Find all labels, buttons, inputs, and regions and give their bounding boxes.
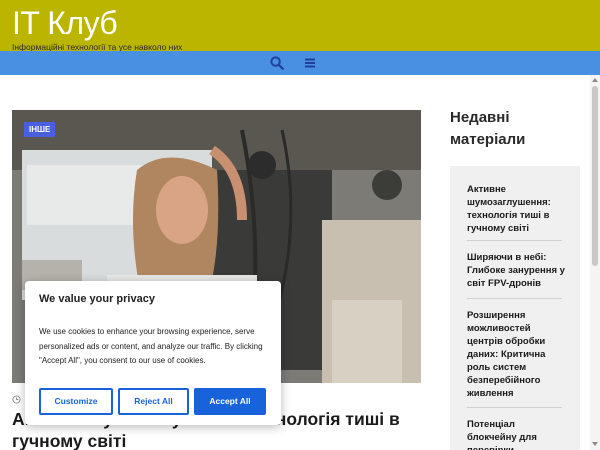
- reject-all-button[interactable]: Reject All: [118, 388, 189, 415]
- site-header: IT Клуб Інформаційні технології та усе н…: [0, 0, 600, 52]
- scrollbar-thumb[interactable]: [592, 86, 598, 266]
- recent-post-divider: [467, 240, 562, 241]
- recent-post-divider: [467, 298, 562, 299]
- category-badge[interactable]: ІНШЕ: [24, 122, 56, 137]
- recent-post-link[interactable]: Потенціал блокчейну для перевірки: [467, 418, 567, 450]
- recent-post-link[interactable]: Розширення можливостей центрів обробки д…: [467, 309, 567, 400]
- clock-icon: [12, 395, 21, 404]
- scroll-up-arrow-icon[interactable]: [592, 78, 598, 82]
- search-icon[interactable]: [270, 56, 284, 70]
- cookie-banner-text: We use cookies to enhance your browsing …: [39, 327, 263, 365]
- sidebar-title: Недавні матеріали: [450, 109, 526, 148]
- hamburger-menu-icon[interactable]: [304, 57, 316, 69]
- recent-post-divider: [467, 407, 562, 408]
- accept-all-button[interactable]: Accept All: [194, 388, 266, 415]
- recent-post-link[interactable]: Ширяючи в небі: Глибоке занурення у світ…: [467, 251, 567, 290]
- main-navbar: [0, 51, 600, 75]
- site-title[interactable]: IT Клуб: [12, 4, 118, 42]
- customize-button[interactable]: Customize: [39, 388, 113, 415]
- cookie-banner-title: We value your privacy: [39, 293, 155, 305]
- cookie-consent-banner: We value your privacy We use cookies to …: [25, 281, 281, 425]
- recent-post-link[interactable]: Активне шумозаглушення: технологія тиші …: [467, 183, 567, 235]
- scroll-down-arrow-icon[interactable]: [592, 442, 598, 446]
